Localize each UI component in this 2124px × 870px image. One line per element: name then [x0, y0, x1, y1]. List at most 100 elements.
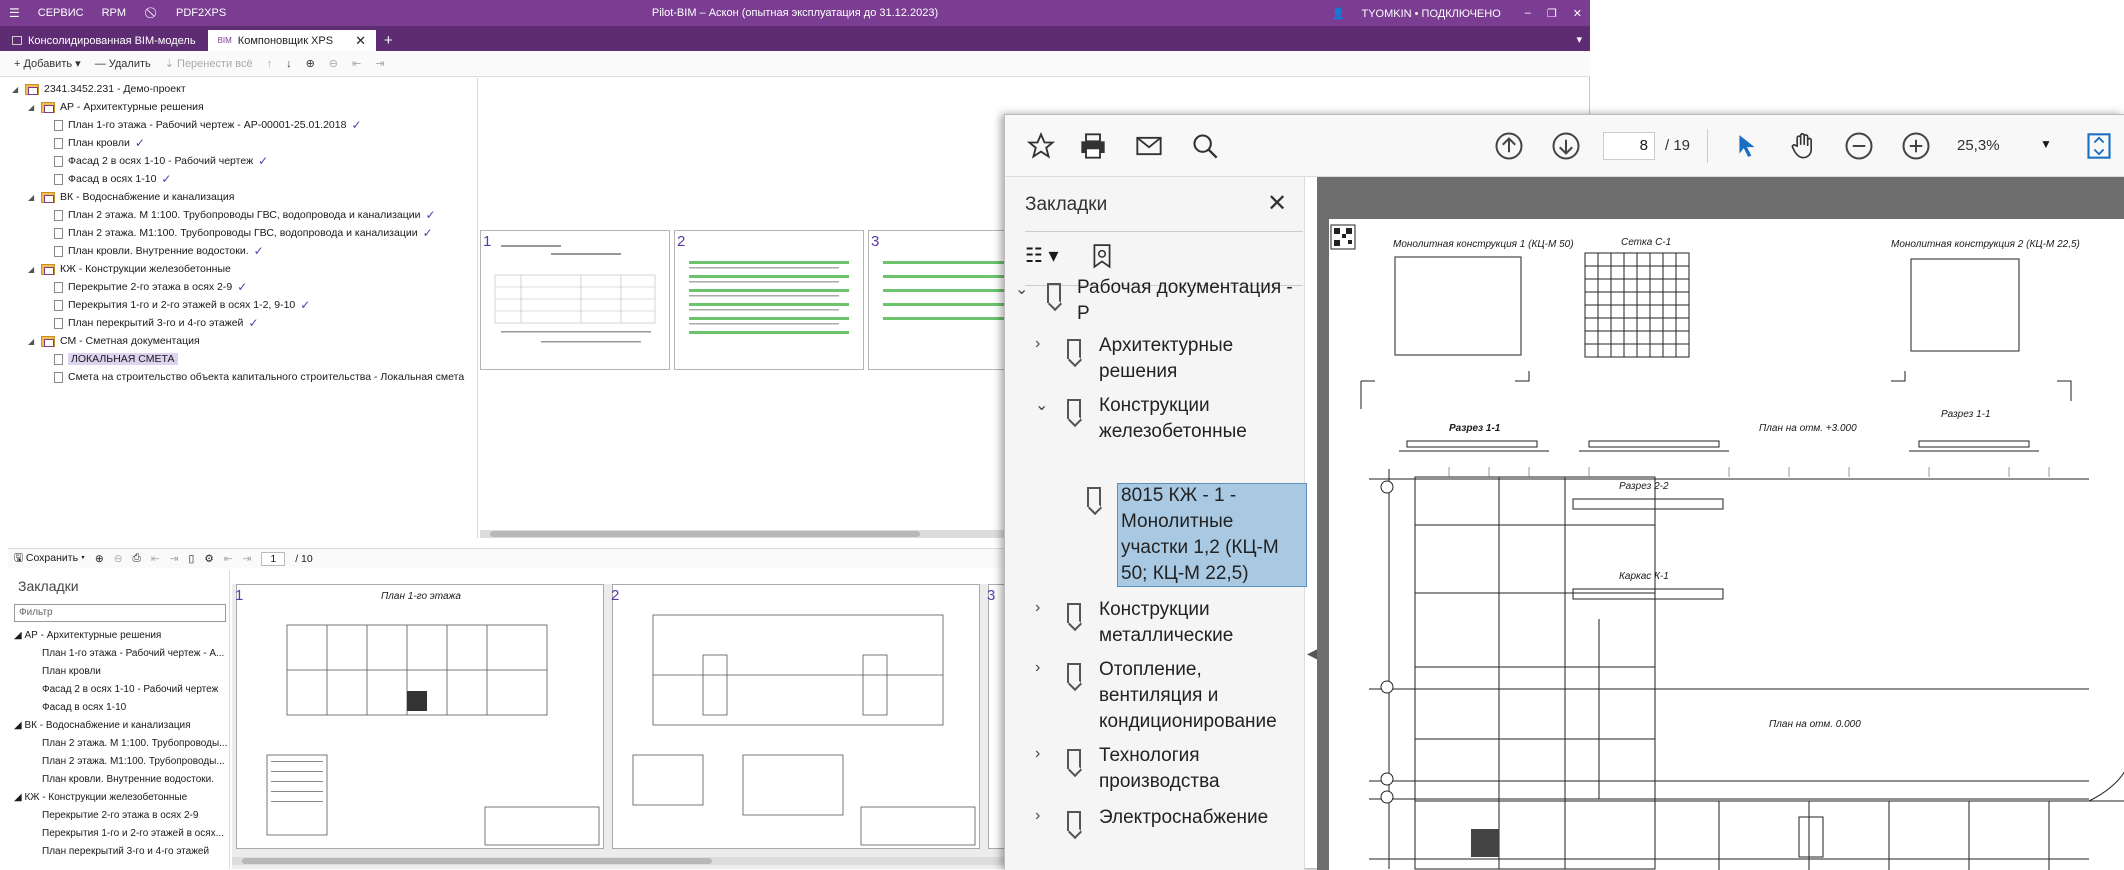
maximize-button[interactable]: ❐	[1539, 7, 1565, 20]
tree-item[interactable]: План кровли ✓	[54, 134, 145, 152]
settings-icon[interactable]: ⚙	[204, 553, 213, 565]
bookmark-item[interactable]: Перекрытие 2-го этажа в осях 2-9	[42, 810, 198, 821]
indent-icon[interactable]: ⇥	[170, 553, 179, 565]
mail-icon[interactable]	[1133, 131, 1165, 161]
bookmark-architecture[interactable]: Архитектурные решения	[1099, 333, 1233, 385]
bottom-horizontal-scrollbar[interactable]	[232, 857, 1012, 865]
star-icon[interactable]	[1025, 131, 1057, 161]
menu-pdf2xps[interactable]: ⃠ PDF2XPS	[135, 7, 244, 20]
zoom-out-icon[interactable]	[1843, 131, 1875, 161]
add-circle-icon[interactable]: ⊕	[95, 553, 104, 565]
tree-section-kzh[interactable]: ◢ КЖ - Конструкции железобетонные	[28, 260, 231, 278]
page-input[interactable]: 1	[261, 551, 286, 566]
next-page-icon[interactable]	[1550, 131, 1582, 161]
tab-bim-model[interactable]: Консолидированная BIM-модель	[2, 30, 206, 51]
hand-tool-icon[interactable]	[1787, 131, 1819, 161]
bookmark-item[interactable]: План кровли. Внутренние водостоки.	[42, 774, 214, 785]
page-preview[interactable]: 1 План 1-го этажа	[235, 584, 604, 849]
tree-item[interactable]: План 2 этажа. М1:100. Трубопроводы ГВС, …	[54, 224, 433, 242]
bookmark-item[interactable]: План 2 этажа. М 1:100. Трубопроводы...	[42, 738, 227, 749]
two-pages-icon[interactable]: ▯	[189, 553, 195, 565]
outdent-icon[interactable]: ⇤	[352, 57, 361, 70]
move-all-button[interactable]: ⇣ Перенести всё	[165, 57, 253, 70]
save-button[interactable]: 🖫 Сохранить ▾	[14, 550, 85, 568]
fit-page-icon[interactable]	[2083, 131, 2115, 161]
move-down-icon[interactable]: ↓	[286, 58, 292, 70]
remove-circle-icon[interactable]: ⊖	[114, 553, 123, 565]
chevron-right-icon[interactable]: ›	[1035, 659, 1040, 677]
print-icon[interactable]	[1077, 131, 1109, 161]
bookmark-item[interactable]: План перекрытий 3-го и 4-го этажей	[42, 846, 209, 857]
select-cursor-icon[interactable]	[1731, 131, 1763, 161]
tree-item[interactable]: План 1-го этажа - Рабочий чертеж - АР-00…	[54, 116, 362, 134]
menu-rpm[interactable]: RPM	[93, 7, 135, 19]
outdent-icon[interactable]: ⇤	[151, 553, 160, 565]
bookmark-hvac[interactable]: Отопление, вентиляция и кондиционирование	[1099, 657, 1277, 735]
user-status[interactable]: 👤 TYOMKIN • ПОДКЛЮЧЕНО	[1316, 7, 1517, 20]
bookmark-item[interactable]: Перекрытия 1-го и 2-го этажей в осях...	[42, 828, 224, 839]
close-panel-icon[interactable]: ✕	[1267, 189, 1287, 218]
chevron-right-icon[interactable]: ›	[1035, 335, 1040, 353]
tab-menu-icon[interactable]: ▾	[1568, 33, 1590, 51]
close-tab-icon[interactable]: ✕	[355, 33, 366, 49]
delete-button[interactable]: — Удалить	[95, 58, 151, 70]
bookmark-section[interactable]: ◢ ВК - Водоснабжение и канализация	[14, 720, 191, 731]
close-button[interactable]: ✕	[1565, 7, 1590, 20]
tree-section-vk[interactable]: ◢ ВК - Водоснабжение и канализация	[28, 188, 234, 206]
minimize-button[interactable]: –	[1517, 7, 1539, 19]
bookmark-section[interactable]: ◢ КЖ - Конструкции железобетонные	[14, 792, 187, 803]
tree-section-sm[interactable]: ◢ СМ - Сметная документация	[28, 332, 200, 350]
add-tab-button[interactable]: +	[376, 30, 401, 51]
print-icon[interactable]: ⎙	[133, 552, 141, 565]
page-thumbnail[interactable]: 3	[868, 230, 1010, 370]
chevron-down-icon[interactable]: ⌄	[1015, 279, 1028, 299]
tree-item[interactable]: План кровли. Внутренние водостоки. ✓	[54, 242, 264, 260]
bookmark-electric[interactable]: Электроснабжение	[1099, 805, 1268, 831]
new-bookmark-icon[interactable]	[1089, 241, 1115, 274]
tab-xps-composer[interactable]: BIM Компоновщик XPS ✕	[207, 30, 376, 51]
menu-service[interactable]: СЕРВИС	[29, 7, 93, 19]
tree-root[interactable]: ◢ 2341.3452.231 - Демо-проект	[12, 80, 186, 98]
bookmark-concrete[interactable]: Конструкции железобетонные	[1099, 393, 1247, 445]
bookmark-section[interactable]: ◢ АР - Архитектурные решения	[14, 630, 161, 641]
add-circle-icon[interactable]: ⊕	[306, 57, 315, 70]
tree-item[interactable]: Перекрытия 1-го и 2-го этажей в осях 1-2…	[54, 296, 310, 314]
page-preview[interactable]: 2	[611, 584, 980, 849]
scroll-thumb[interactable]	[242, 858, 712, 864]
chevron-right-icon[interactable]: ›	[1035, 599, 1040, 617]
indent-icon[interactable]: ⇥	[375, 57, 384, 70]
page-number-input[interactable]: 8	[1603, 132, 1655, 160]
chevron-right-icon[interactable]: ›	[1035, 807, 1040, 825]
scroll-thumb[interactable]	[490, 531, 920, 537]
previous-page-icon[interactable]	[1493, 131, 1525, 161]
bookmark-item[interactable]: План 2 этажа. М1:100. Трубопроводы...	[42, 756, 225, 767]
tree-item-selected[interactable]: ЛОКАЛЬНАЯ СМЕТА	[54, 350, 178, 368]
tree-item[interactable]: Фасад 2 в осях 1-10 - Рабочий чертеж ✓	[54, 152, 268, 170]
first-page-icon[interactable]: ⇤	[224, 553, 233, 565]
add-button[interactable]: + Добавить ▾	[14, 57, 81, 70]
bookmark-8015-kzh[interactable]: 8015 КЖ - 1 - Монолитные участки 1,2 (КЦ…	[1121, 483, 1279, 587]
bookmark-technology[interactable]: Технология производства	[1099, 743, 1220, 795]
move-up-icon[interactable]: ↑	[267, 58, 273, 70]
zoom-level[interactable]: 25,3%	[1957, 137, 2000, 154]
bookmark-item[interactable]: Фасад в осях 1-10	[42, 702, 126, 713]
app-menu-icon[interactable]: ☰	[0, 6, 29, 20]
prev-page-icon[interactable]: ⇥	[243, 553, 252, 565]
page-thumbnail[interactable]: 1	[480, 230, 670, 370]
bookmark-options-icon[interactable]: ☷ ▾	[1025, 243, 1059, 268]
tree-section-ar[interactable]: ◢ АР - Архитектурные решения	[28, 98, 204, 116]
bookmark-item[interactable]: План 1-го этажа - Рабочий чертеж - А...	[42, 648, 224, 659]
bookmark-item[interactable]: План кровли	[42, 666, 101, 677]
bookmark-filter-input[interactable]: Фильтр	[14, 604, 226, 622]
top-horizontal-scrollbar[interactable]	[480, 530, 1010, 538]
search-icon[interactable]	[1189, 131, 1221, 161]
tree-item[interactable]: Перекрытие 2-го этажа в осях 2-9 ✓	[54, 278, 247, 296]
bookmark-metal[interactable]: Конструкции металлические	[1099, 597, 1233, 649]
tree-item[interactable]: Смета на строительство объекта капитальн…	[54, 368, 464, 386]
zoom-dropdown-icon[interactable]: ▼	[2040, 137, 2052, 151]
page-thumbnail[interactable]: 2	[674, 230, 864, 370]
zoom-in-icon[interactable]	[1900, 131, 1932, 161]
chevron-down-icon[interactable]: ⌄	[1035, 395, 1048, 415]
bookmark-working-docs[interactable]: Рабочая документация - Р	[1077, 275, 1293, 327]
remove-circle-icon[interactable]: ⊖	[329, 57, 338, 70]
